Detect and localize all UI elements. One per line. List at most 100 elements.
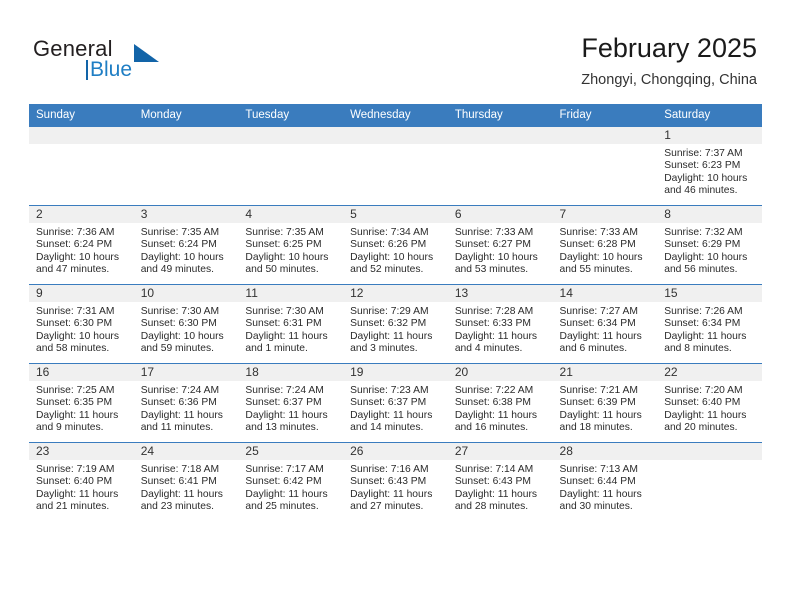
sunset-text: Sunset: 6:33 PM (454, 318, 531, 330)
calendar-day-cell[interactable]: 8 Sunrise: 7:32 AM Sunset: 6:29 PM Daylight… (657, 205, 762, 285)
calendar-day-cell[interactable]: 14 Sunrise: 7:27 AM Sunset: 6:34 PM Dayligh… (552, 284, 658, 364)
calendar-day-cell[interactable]: 21 Sunrise: 7:21 AM Sunset: 6:39 PM Dayligh… (552, 363, 658, 443)
day-details: Sunrise: 7:30 AM Sunset: 6:30 PM Daylight:… (134, 302, 239, 356)
calendar-week-row: 23 Sunrise: 7:19 AM Sunset: 6:40 PM Dayligh… (29, 442, 762, 521)
daylight-text: Daylight: 11 hours and 13 minutes. (245, 409, 328, 434)
day-number: 6 (447, 206, 553, 223)
daylight-text: Daylight: 11 hours and 9 minutes. (36, 409, 119, 434)
day-details: Sunrise: 7:34 AM Sunset: 6:26 PM Daylight:… (343, 223, 448, 277)
sunset-text: Sunset: 6:44 PM (559, 476, 636, 488)
calendar-week-row: 2 Sunrise: 7:36 AM Sunset: 6:24 PM Daylight… (29, 205, 762, 285)
sunset-text: Sunset: 6:37 PM (245, 397, 322, 409)
calendar-day-cell[interactable]: 15 Sunrise: 7:26 AM Sunset: 6:34 PM Dayligh… (657, 284, 762, 364)
day-number: 4 (238, 206, 344, 223)
day-number: 26 (343, 443, 448, 460)
sunrise-text: Sunrise: 7:20 AM (664, 385, 743, 396)
daylight-text: Daylight: 10 hours and 56 minutes. (664, 251, 748, 276)
calendar-day-cell[interactable]: 12 Sunrise: 7:29 AM Sunset: 6:32 PM Dayligh… (343, 284, 448, 364)
calendar-day-cell[interactable]: 23 Sunrise: 7:19 AM Sunset: 6:40 PM Dayligh… (29, 442, 134, 521)
calendar-day-cell[interactable]: 5 Sunrise: 7:34 AM Sunset: 6:26 PM Daylight… (343, 205, 448, 285)
weekday-header-wednesday: Wednesday (343, 104, 448, 127)
daylight-text: Daylight: 11 hours and 3 minutes. (350, 330, 433, 355)
sunrise-text: Sunrise: 7:25 AM (36, 385, 115, 396)
daylight-text: Daylight: 11 hours and 6 minutes. (559, 330, 642, 355)
calendar-day-cell[interactable]: 11 Sunrise: 7:30 AM Sunset: 6:31 PM Dayligh… (238, 284, 344, 364)
daylight-text: Daylight: 10 hours and 47 minutes. (36, 251, 119, 276)
day-number: 7 (552, 206, 658, 223)
general-blue-logo[interactable]: General Blue (33, 36, 233, 88)
daylight-text: Daylight: 10 hours and 59 minutes. (140, 330, 224, 355)
calendar-day-cell[interactable]: 20 Sunrise: 7:22 AM Sunset: 6:38 PM Dayligh… (447, 363, 553, 443)
sunset-text: Sunset: 6:28 PM (559, 239, 636, 251)
day-number: 5 (343, 206, 448, 223)
calendar-day-cell[interactable]: 1 Sunrise: 7:37 AM Sunset: 6:23 PM Daylight… (657, 126, 762, 206)
calendar-day-cell[interactable]: 9 Sunrise: 7:31 AM Sunset: 6:30 PM Daylight… (29, 284, 134, 364)
calendar-day-cell[interactable]: 17 Sunrise: 7:24 AM Sunset: 6:36 PM Dayligh… (133, 363, 239, 443)
day-number: 24 (133, 443, 239, 460)
calendar-day-cell[interactable]: 16 Sunrise: 7:25 AM Sunset: 6:35 PM Dayligh… (29, 363, 134, 443)
calendar-day-cell[interactable]: 3 Sunrise: 7:35 AM Sunset: 6:24 PM Daylight… (133, 205, 239, 285)
calendar-week-row: 1 Sunrise: 7:37 AM Sunset: 6:23 PM Daylight… (29, 126, 762, 206)
calendar-table: Sunday Monday Tuesday Wednesday Thursday… (29, 104, 762, 521)
day-details: Sunrise: 7:22 AM Sunset: 6:38 PM Daylight:… (448, 381, 553, 435)
day-details: Sunrise: 7:24 AM Sunset: 6:37 PM Daylight:… (238, 381, 343, 435)
calendar-day-cell-empty (238, 126, 344, 206)
calendar-day-cell[interactable]: 6 Sunrise: 7:33 AM Sunset: 6:27 PM Daylight… (447, 205, 553, 285)
sunrise-text: Sunrise: 7:33 AM (559, 227, 638, 238)
daylight-text: Daylight: 10 hours and 49 minutes. (140, 251, 224, 276)
day-details: Sunrise: 7:21 AM Sunset: 6:39 PM Daylight:… (553, 381, 658, 435)
calendar-day-cell[interactable]: 7 Sunrise: 7:33 AM Sunset: 6:28 PM Daylight… (552, 205, 658, 285)
daylight-text: Daylight: 11 hours and 28 minutes. (454, 488, 538, 513)
calendar-day-cell[interactable]: 25 Sunrise: 7:17 AM Sunset: 6:42 PM Dayligh… (238, 442, 344, 521)
sunrise-text: Sunrise: 7:26 AM (664, 306, 743, 317)
day-details: Sunrise: 7:13 AM Sunset: 6:44 PM Daylight:… (553, 460, 658, 514)
sunrise-text: Sunrise: 7:16 AM (350, 464, 429, 475)
calendar-day-cell[interactable]: 24 Sunrise: 7:18 AM Sunset: 6:41 PM Dayligh… (133, 442, 239, 521)
sunrise-text: Sunrise: 7:32 AM (664, 227, 743, 238)
daylight-text: Daylight: 11 hours and 18 minutes. (559, 409, 642, 434)
sunrise-text: Sunrise: 7:27 AM (559, 306, 638, 317)
logo-triangle-icon (134, 44, 159, 62)
sunset-text: Sunset: 6:41 PM (140, 476, 217, 488)
day-number: 23 (29, 443, 134, 460)
weekday-header-friday: Friday (552, 104, 658, 127)
daylight-text: Daylight: 10 hours and 50 minutes. (245, 251, 329, 276)
weekday-header-tuesday: Tuesday (238, 104, 344, 127)
calendar-day-cell[interactable]: 18 Sunrise: 7:24 AM Sunset: 6:37 PM Dayligh… (238, 363, 344, 443)
daylight-text: Daylight: 11 hours and 27 minutes. (350, 488, 433, 513)
sunset-text: Sunset: 6:29 PM (664, 239, 741, 251)
day-details: Sunrise: 7:23 AM Sunset: 6:37 PM Daylight:… (343, 381, 448, 435)
sunset-text: Sunset: 6:24 PM (140, 239, 217, 251)
daylight-text: Daylight: 10 hours and 52 minutes. (350, 251, 434, 276)
daylight-text: Daylight: 11 hours and 11 minutes. (140, 409, 223, 434)
sunrise-text: Sunrise: 7:34 AM (350, 227, 429, 238)
day-details: Sunrise: 7:27 AM Sunset: 6:34 PM Daylight:… (553, 302, 658, 356)
weekday-header-thursday: Thursday (447, 104, 553, 127)
day-number (552, 127, 658, 144)
calendar-day-cell[interactable]: 2 Sunrise: 7:36 AM Sunset: 6:24 PM Daylight… (29, 205, 134, 285)
calendar-day-cell[interactable]: 10 Sunrise: 7:30 AM Sunset: 6:30 PM Dayligh… (133, 284, 239, 364)
sunrise-text: Sunrise: 7:24 AM (140, 385, 220, 396)
daylight-text: Daylight: 11 hours and 4 minutes. (454, 330, 538, 355)
calendar-day-cell[interactable]: 28 Sunrise: 7:13 AM Sunset: 6:44 PM Dayligh… (552, 442, 658, 521)
logo-divider-bar (86, 60, 88, 80)
day-number: 18 (238, 364, 344, 381)
calendar-day-cell-empty (447, 126, 553, 206)
calendar-header-row: Sunday Monday Tuesday Wednesday Thursday… (29, 104, 762, 127)
calendar-day-cell[interactable]: 19 Sunrise: 7:23 AM Sunset: 6:37 PM Dayligh… (343, 363, 448, 443)
day-number: 2 (29, 206, 134, 223)
day-number: 3 (133, 206, 239, 223)
calendar-day-cell[interactable]: 13 Sunrise: 7:28 AM Sunset: 6:33 PM Dayligh… (447, 284, 553, 364)
sunrise-text: Sunrise: 7:36 AM (36, 227, 115, 238)
sunrise-text: Sunrise: 7:18 AM (140, 464, 220, 475)
calendar-day-cell[interactable]: 22 Sunrise: 7:20 AM Sunset: 6:40 PM Dayligh… (657, 363, 762, 443)
sunset-text: Sunset: 6:30 PM (36, 318, 113, 330)
sunset-text: Sunset: 6:40 PM (36, 476, 113, 488)
day-details: Sunrise: 7:24 AM Sunset: 6:36 PM Daylight:… (134, 381, 239, 435)
calendar-day-cell[interactable]: 27 Sunrise: 7:14 AM Sunset: 6:43 PM Dayligh… (447, 442, 553, 521)
day-details: Sunrise: 7:17 AM Sunset: 6:42 PM Daylight:… (238, 460, 343, 514)
calendar-day-cell[interactable]: 4 Sunrise: 7:35 AM Sunset: 6:25 PM Daylight… (238, 205, 344, 285)
daylight-text: Daylight: 11 hours and 1 minute. (245, 330, 328, 355)
calendar-day-cell[interactable]: 26 Sunrise: 7:16 AM Sunset: 6:43 PM Dayligh… (343, 442, 448, 521)
sunset-text: Sunset: 6:37 PM (350, 397, 427, 409)
